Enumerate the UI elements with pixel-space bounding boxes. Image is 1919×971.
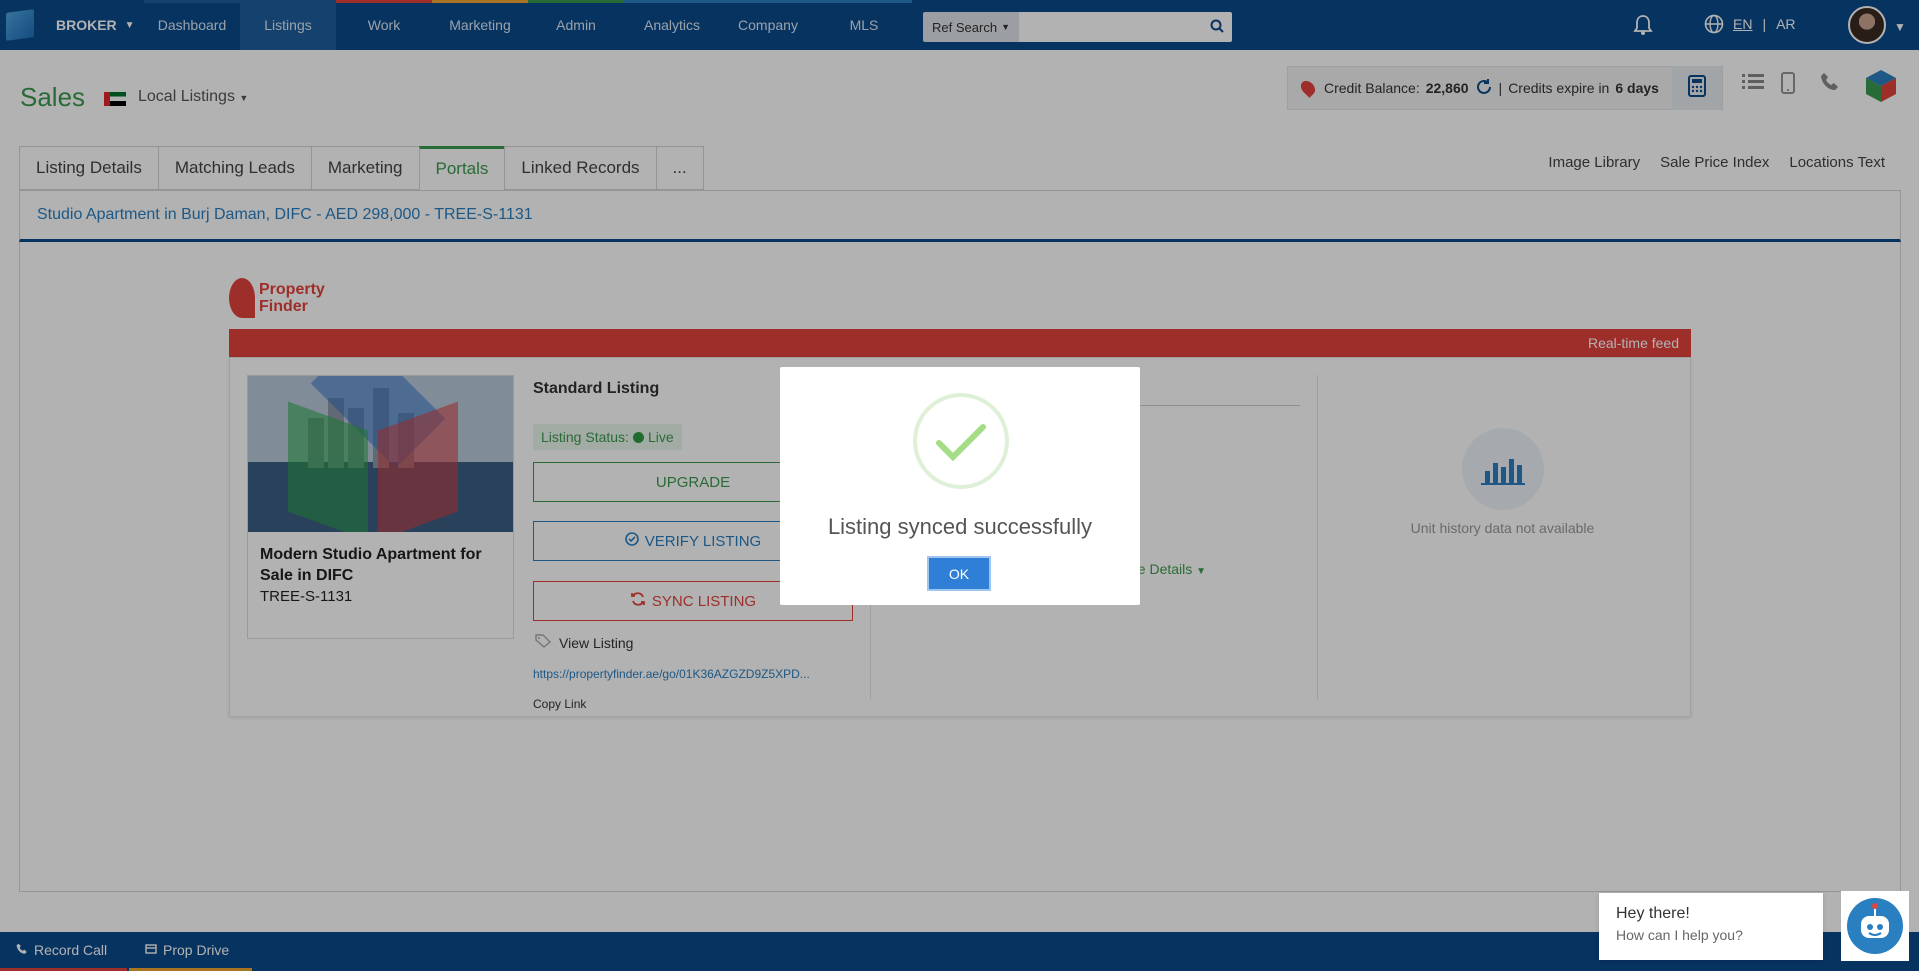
chat-prompt: How can I help you? [1616,927,1743,943]
chatbot-launcher[interactable] [1841,891,1909,961]
success-dialog: Listing synced successfully OK [780,367,1140,605]
robot-icon [1847,898,1903,954]
checkmark-icon [913,393,1009,489]
dialog-message: Listing synced successfully [827,514,1093,539]
ok-button[interactable]: OK [927,556,991,591]
chat-bubble[interactable]: Hey there! How can I help you? [1599,893,1823,960]
chat-greeting: Hey there! [1616,905,1690,922]
